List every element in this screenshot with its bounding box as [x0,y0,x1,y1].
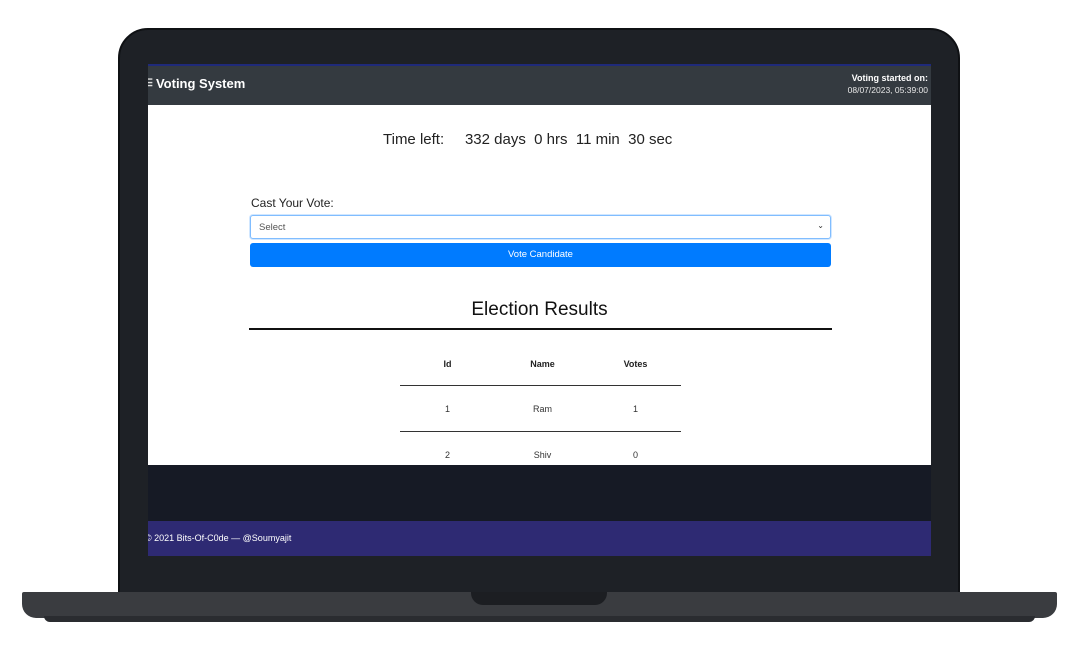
table-row: 1 Ram 1 [400,386,681,432]
column-header-votes: Votes [623,358,648,369]
results-table: Id Name Votes 1 Ram 1 2 Shiv 0 [400,342,681,465]
cast-vote-label: Cast Your Vote: [251,196,334,210]
table-row: 2 Shiv 0 [400,432,681,465]
voting-start-info: Voting started on: 08/07/2023, 05:39:00 [848,73,928,95]
chevron-down-icon: ⌄ [817,221,824,230]
voting-start-datetime: 08/07/2023, 05:39:00 [847,85,928,95]
cell-name: Shiv [533,450,552,460]
column-header-id: Id [443,358,452,369]
candidate-select-value: Select [259,222,286,233]
laptop-notch [471,592,607,605]
navbar: ☰ Voting System Voting started on: 08/07… [148,64,931,105]
footer-copyright: © 2021 Bits-Of-C0de — @Soumyajit [148,533,292,543]
cell-votes: 0 [632,450,638,460]
laptop-screen: ☰ Voting System Voting started on: 08/07… [148,64,931,556]
page-background-band [148,465,931,521]
main-content: Time left: 332 days 0 hrs 11 min 30 sec … [148,105,931,465]
results-divider [249,328,832,330]
laptop-base-shadow [44,616,1035,622]
brand-link[interactable]: ☰ Voting System [148,76,245,91]
column-header-name: Name [530,358,555,369]
cell-votes: 1 [632,403,638,414]
navbar-top-line [148,64,931,66]
candidate-select[interactable]: Select ⌄ [250,215,831,239]
menu-icon: ☰ [148,78,153,89]
results-title: Election Results [471,299,608,320]
cell-id: 2 [444,450,450,460]
footer: © 2021 Bits-Of-C0de — @Soumyajit [148,521,931,556]
brand-title: Voting System [155,76,246,91]
vote-candidate-button[interactable]: Vote Candidate [250,243,831,267]
table-header-row: Id Name Votes [400,342,681,386]
voting-start-label: Voting started on: [851,73,928,83]
cell-name: Ram [532,403,552,414]
cell-id: 1 [444,403,450,414]
time-left-counter: Time left: 332 days 0 hrs 11 min 30 sec [383,131,673,148]
